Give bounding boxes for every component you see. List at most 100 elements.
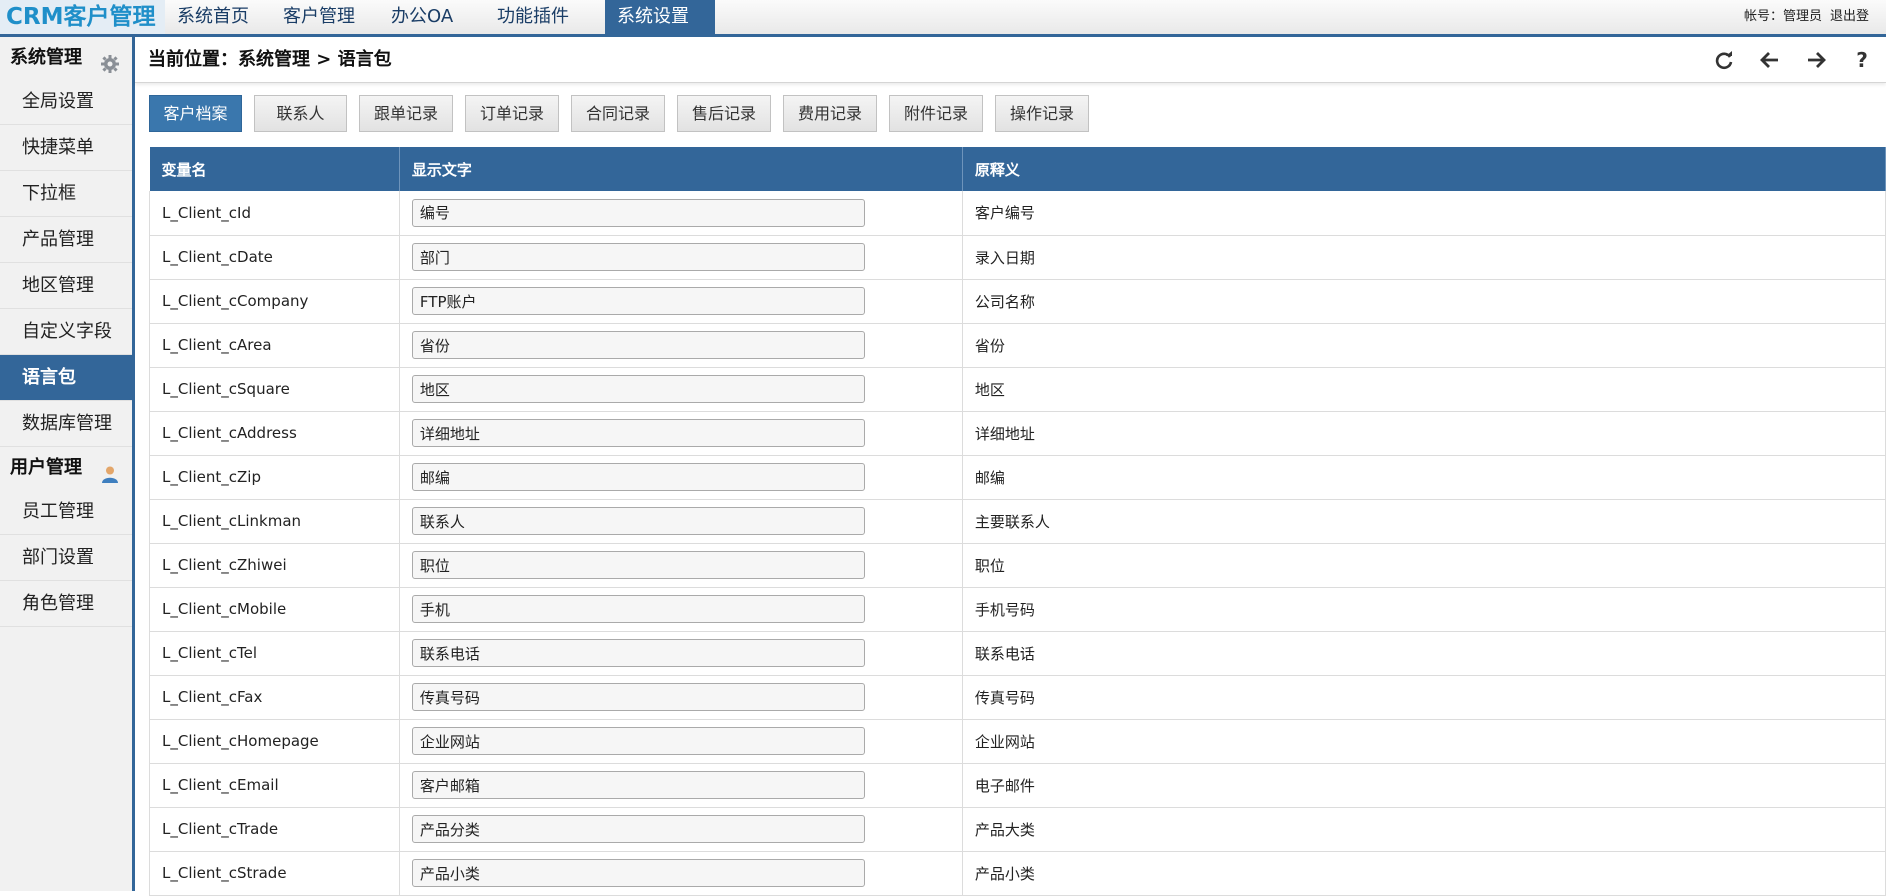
variable-name-cell: L_Client_cHomepage — [149, 719, 400, 764]
help-icon[interactable]: ? — [1852, 50, 1872, 70]
original-meaning-cell: 录入日期 — [962, 235, 1886, 280]
tab-attachment-records[interactable]: 附件记录 — [889, 95, 983, 132]
original-meaning-cell: 产品大类 — [962, 807, 1886, 852]
table-row: L_Client_cTel 联系电话 — [149, 631, 1886, 676]
display-text-cell — [399, 279, 963, 324]
table-body: L_Client_cId客户编号L_Client_cDate录入日期L_Clie… — [149, 191, 1886, 896]
display-text-cell — [399, 851, 963, 896]
tab-after-sales-records[interactable]: 售后记录 — [677, 95, 771, 132]
table-row: L_Client_cSquare 地区 — [149, 367, 1886, 412]
tab-operation-records[interactable]: 操作记录 — [995, 95, 1089, 132]
gear-icon — [100, 48, 120, 90]
tab-contract-records[interactable]: 合同记录 — [571, 95, 665, 132]
display-text-input[interactable] — [411, 771, 865, 799]
sidebar-item-departments[interactable]: 部门设置 — [0, 535, 132, 581]
sidebar-item-shortcut-menu[interactable]: 快捷菜单 — [0, 125, 132, 171]
display-text-cell — [399, 499, 963, 544]
display-text-input[interactable] — [411, 463, 865, 491]
display-text-input[interactable] — [411, 375, 865, 403]
variable-name-cell: L_Client_cLinkman — [149, 499, 400, 544]
nav-item-office-oa[interactable]: 办公OA — [379, 0, 485, 34]
top-bar: CRM客户管理 系统首页 客户管理 办公OA 功能插件 系统设置 帐号：管理员退… — [0, 0, 1886, 37]
table-row: L_Client_cHomepage 企业网站 — [149, 719, 1886, 764]
table-header-row: 变量名 显示文字 原释义 — [149, 147, 1886, 191]
sidebar-group-title: 用户管理 — [10, 457, 82, 478]
display-text-cell — [399, 631, 963, 676]
display-text-input[interactable] — [411, 198, 865, 227]
display-text-input[interactable] — [411, 419, 865, 447]
variable-name-cell: L_Client_cAddress — [149, 411, 400, 456]
original-meaning-cell: 地区 — [962, 367, 1886, 412]
table-row: L_Client_cStrade 产品小类 — [149, 851, 1886, 896]
column-header-display-text: 显示文字 — [399, 147, 963, 191]
original-meaning-cell: 主要联系人 — [962, 499, 1886, 544]
original-meaning-cell: 传真号码 — [962, 675, 1886, 720]
sidebar-item-roles[interactable]: 角色管理 — [0, 581, 132, 627]
original-meaning-cell: 邮编 — [962, 455, 1886, 500]
nav-item-system-settings[interactable]: 系统设置 — [605, 0, 715, 34]
variable-name-cell: L_Client_cId — [149, 191, 400, 236]
variable-name-cell: L_Client_cArea — [149, 323, 400, 368]
display-text-input[interactable] — [411, 595, 865, 623]
table-row: L_Client_cArea 省份 — [149, 323, 1886, 368]
display-text-input[interactable] — [411, 551, 865, 579]
column-header-variable: 变量名 — [149, 147, 400, 191]
display-text-input[interactable] — [411, 507, 865, 535]
sidebar-item-language-pack[interactable]: 语言包 — [0, 355, 132, 401]
sidebar-group-title: 系统管理 — [10, 47, 82, 68]
display-text-input[interactable] — [411, 859, 865, 887]
account-area: 帐号：管理员 退出登 — [1736, 0, 1886, 34]
sidebar-item-regions[interactable]: 地区管理 — [0, 263, 132, 309]
variable-name-cell: L_Client_cCompany — [149, 279, 400, 324]
original-meaning-cell: 电子邮件 — [962, 763, 1886, 808]
sidebar-item-custom-fields[interactable]: 自定义字段 — [0, 309, 132, 355]
table-row: L_Client_cFax 传真号码 — [149, 675, 1886, 720]
variable-name-cell: L_Client_cSquare — [149, 367, 400, 412]
display-text-cell — [399, 587, 963, 632]
back-arrow-icon[interactable] — [1760, 50, 1780, 70]
display-text-input[interactable] — [411, 243, 865, 271]
logout-link[interactable]: 退出登 — [1830, 9, 1869, 24]
display-text-input[interactable] — [411, 683, 865, 711]
display-text-input[interactable] — [411, 639, 865, 667]
display-text-cell — [399, 191, 963, 236]
original-meaning-cell: 联系电话 — [962, 631, 1886, 676]
sidebar-group-system: 系统管理 — [0, 37, 132, 79]
nav-item-customers[interactable]: 客户管理 — [271, 0, 379, 34]
refresh-icon[interactable] — [1714, 50, 1734, 70]
variable-name-cell: L_Client_cEmail — [149, 763, 400, 808]
column-header-original-meaning: 原释义 — [962, 147, 1886, 191]
forward-arrow-icon[interactable] — [1806, 50, 1826, 70]
tab-follow-up-records[interactable]: 跟单记录 — [359, 95, 453, 132]
sidebar-item-database[interactable]: 数据库管理 — [0, 401, 132, 447]
nav-item-plugins[interactable]: 功能插件 — [485, 0, 605, 34]
variable-name-cell: L_Client_cStrade — [149, 851, 400, 896]
breadcrumb: 当前位置：系统管理 > 语言包 — [148, 49, 392, 70]
display-text-cell — [399, 543, 963, 588]
tab-expense-records[interactable]: 费用记录 — [783, 95, 877, 132]
language-table: 变量名 显示文字 原释义 L_Client_cId客户编号L_Client_cD… — [149, 147, 1886, 896]
app-logo: CRM客户管理 — [0, 0, 165, 34]
sidebar-item-products[interactable]: 产品管理 — [0, 217, 132, 263]
table-row: L_Client_cMobile 手机号码 — [149, 587, 1886, 632]
variable-name-cell: L_Client_cDate — [149, 235, 400, 280]
nav-item-home[interactable]: 系统首页 — [165, 0, 271, 34]
tab-contacts[interactable]: 联系人 — [254, 95, 347, 132]
main-content: 当前位置：系统管理 > 语言包 ? 客户档案 联系人 跟单记录 订单记录 合同记… — [135, 37, 1886, 896]
breadcrumb-bar: 当前位置：系统管理 > 语言包 ? — [135, 37, 1886, 83]
display-text-cell — [399, 719, 963, 764]
display-text-input[interactable] — [411, 727, 865, 755]
original-meaning-cell: 省份 — [962, 323, 1886, 368]
display-text-input[interactable] — [411, 331, 865, 359]
display-text-input[interactable] — [411, 287, 865, 315]
table-row: L_Client_cDate 录入日期 — [149, 235, 1886, 280]
variable-name-cell: L_Client_cTel — [149, 631, 400, 676]
tab-customer-files[interactable]: 客户档案 — [149, 95, 242, 132]
sidebar: 系统管理 全局设置 快捷菜单 下拉框 产品管理 地区管理 自定义字段 语言包 数… — [0, 37, 135, 891]
display-text-input[interactable] — [411, 815, 865, 843]
table-row: L_Client_cAddress 详细地址 — [149, 411, 1886, 456]
sidebar-item-dropdowns[interactable]: 下拉框 — [0, 171, 132, 217]
table-row: L_Client_cCompany 公司名称 — [149, 279, 1886, 324]
tab-order-records[interactable]: 订单记录 — [465, 95, 559, 132]
main-nav: 系统首页 客户管理 办公OA 功能插件 系统设置 — [165, 0, 715, 34]
